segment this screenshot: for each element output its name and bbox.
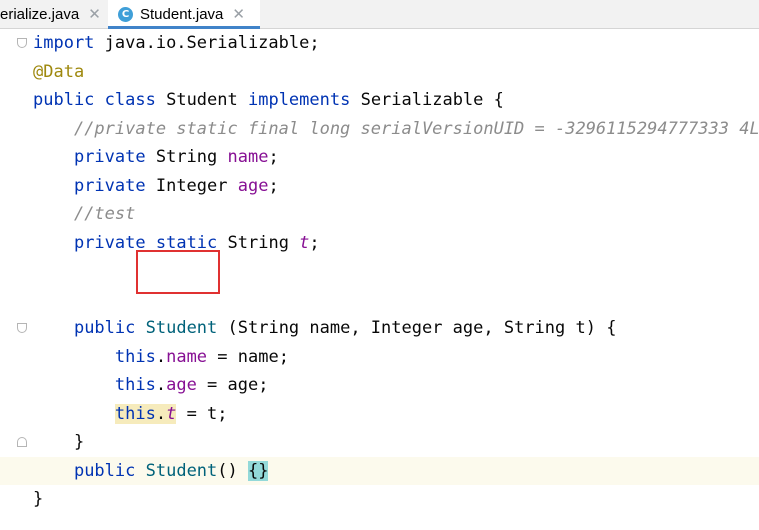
code-token: (String name, Integer age, String t) { <box>217 318 617 338</box>
code-token: ; <box>268 175 279 196</box>
code-line[interactable]: import java.io.Serializable; <box>0 29 759 57</box>
code-token: age <box>166 375 197 395</box>
code-line[interactable]: //test <box>0 200 759 228</box>
code-token: } <box>33 432 85 452</box>
code-token: = name; <box>207 346 289 367</box>
code-line[interactable]: this.age = age; <box>0 371 759 399</box>
code-token: . <box>155 403 167 424</box>
code-token: import <box>33 33 95 53</box>
code-line[interactable]: } <box>0 485 759 513</box>
code-token: name <box>166 346 208 367</box>
code-line[interactable]: } <box>0 428 759 456</box>
code-token: implements <box>247 90 351 110</box>
code-line[interactable]: public Student() {} <box>0 456 759 485</box>
code-token: ; <box>268 147 279 167</box>
code-line[interactable] <box>0 257 759 285</box>
code-token: () <box>217 460 248 481</box>
code-token: ; <box>309 232 320 253</box>
code-token: = t; <box>176 403 228 424</box>
code-token: age <box>237 175 269 196</box>
code-token: java.io.Serializable; <box>94 33 320 53</box>
code-token: private <box>73 175 146 196</box>
code-token: Student <box>155 90 248 110</box>
code-line[interactable]: //private static final long serialVersio… <box>0 115 759 143</box>
code-token: String <box>145 147 228 167</box>
tab-label: erialize.java <box>0 5 80 23</box>
code-token: {} <box>248 460 269 481</box>
code-line[interactable] <box>0 286 759 314</box>
code-token: this <box>114 346 156 367</box>
code-token: @Data <box>33 61 85 82</box>
code-line[interactable]: public class Student implements Serializ… <box>0 86 759 114</box>
code-token: . <box>155 375 167 395</box>
tab-label: Student.java <box>140 5 224 23</box>
code-line[interactable]: this.name = name; <box>0 343 759 371</box>
code-line[interactable]: public Student (String name, Integer age… <box>0 314 759 342</box>
code-token: Integer <box>145 175 238 196</box>
code-token: public <box>33 90 95 110</box>
code-token: = age; <box>196 375 269 395</box>
editor-tab-bar: erialize.java ✕ C Student.java ✕ <box>0 0 759 29</box>
code-editor[interactable]: import java.io.Serializable; @Data public … <box>0 29 759 530</box>
code-token: name <box>227 147 269 167</box>
code-line[interactable]: private static String t; <box>0 229 759 257</box>
close-icon[interactable]: ✕ <box>232 5 245 23</box>
tab-student-java[interactable]: C Student.java ✕ <box>108 0 260 29</box>
code-line[interactable]: private String name; <box>0 143 759 171</box>
close-icon[interactable]: ✕ <box>88 5 101 23</box>
code-token: } <box>33 489 44 509</box>
code-token: this <box>114 375 156 395</box>
code-token: //private static final long serialVersio… <box>73 118 759 139</box>
code-token: Student <box>145 460 218 481</box>
tab-serialize-java[interactable]: erialize.java ✕ <box>0 0 107 28</box>
code-token: Serializable { <box>350 90 504 110</box>
code-token: t <box>166 403 177 424</box>
code-line[interactable]: @Data <box>0 58 759 86</box>
code-token: this <box>114 403 156 424</box>
code-token: public <box>73 460 136 481</box>
code-line[interactable]: this.t = t; <box>0 400 759 428</box>
code-token: private <box>73 232 146 253</box>
code-token: private <box>73 147 146 167</box>
code-token: class <box>104 90 156 110</box>
highlight-box <box>136 250 220 294</box>
class-icon: C <box>118 6 133 22</box>
code-token: Student <box>145 318 218 338</box>
code-line[interactable]: private Integer age; <box>0 172 759 200</box>
code-token: public <box>73 318 136 338</box>
code-token: . <box>155 346 167 367</box>
code-token: //test <box>73 204 136 224</box>
code-token: t <box>299 232 310 253</box>
code-token: String <box>217 232 300 253</box>
